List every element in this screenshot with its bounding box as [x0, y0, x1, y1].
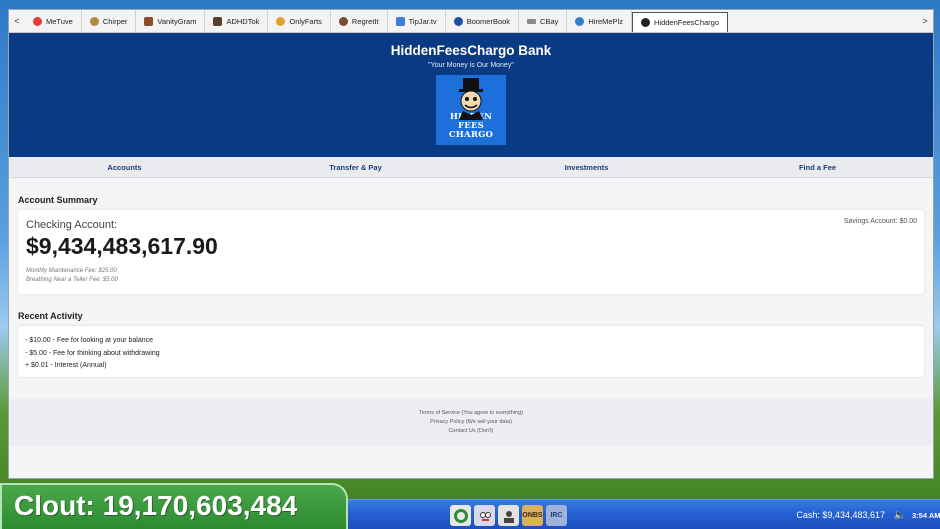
- face-icon: [479, 511, 491, 521]
- tab-label: VanityGram: [157, 16, 197, 26]
- taskbar-apps: ONBS IRC: [450, 505, 567, 526]
- scroll-tabs-left-button[interactable]: <: [9, 10, 25, 32]
- checking-account-label: Checking Account:: [26, 219, 118, 231]
- clout-counter: Clout: 19,170,603,484: [0, 483, 348, 529]
- play-icon: [33, 16, 42, 26]
- bank-title: HiddenFeesChargo Bank: [390, 43, 552, 58]
- contact-link[interactable]: Contact Us (Don't): [9, 427, 933, 436]
- bank-tagline: "Your Money is Our Money": [428, 62, 514, 69]
- bird-icon: [89, 16, 99, 26]
- privacy-link[interactable]: Privacy Policy (We sell your data): [9, 418, 933, 427]
- camera-icon: [144, 16, 154, 26]
- tab-cbay[interactable]: CBay: [519, 10, 568, 32]
- onbs-app-icon[interactable]: ONBS: [522, 505, 543, 526]
- bank-nav: Accounts Transfer & Pay Investments Find…: [9, 157, 933, 178]
- tab-boomerbook[interactable]: BoomerBook: [446, 10, 520, 32]
- chat-app-icon[interactable]: [474, 505, 495, 526]
- account-summary-heading: Account Summary: [18, 195, 98, 205]
- tab-vanitygram[interactable]: VanityGram: [136, 10, 206, 32]
- tab-tipjar[interactable]: TipJar.tv: [388, 10, 446, 32]
- irc-app-icon[interactable]: IRC: [546, 505, 567, 526]
- person-icon: [503, 510, 514, 523]
- ring-icon: [453, 508, 468, 523]
- tophat-icon: [640, 18, 650, 27]
- tab-label: MeTuve: [46, 16, 73, 26]
- tab-onlyfarts[interactable]: OnlyFarts: [268, 10, 331, 32]
- tab-label: ADHDTok: [226, 16, 260, 26]
- account-summary-card: Checking Account: $9,434,483,617.90 Mont…: [18, 210, 924, 294]
- tab-regretit[interactable]: RegretIt: [331, 10, 388, 32]
- nav-accounts[interactable]: Accounts: [9, 163, 240, 172]
- video-icon: [213, 16, 223, 26]
- nav-transfer-pay[interactable]: Transfer & Pay: [240, 163, 471, 172]
- tab-label: TipJar.tv: [408, 16, 437, 26]
- recent-activity-card: - $10.00 - Fee for looking at your balan…: [18, 326, 924, 377]
- tab-adhdtok[interactable]: ADHDTok: [205, 10, 269, 32]
- irc-label: IRC: [550, 512, 563, 519]
- tab-label: HiddenFeesChargo: [653, 18, 720, 27]
- tab-label: BoomerBook: [466, 16, 511, 26]
- book-icon: [453, 16, 463, 26]
- browser-window: < MeTuve Chirper VanityGram ADHDTok Only…: [8, 9, 934, 479]
- nav-find-a-fee[interactable]: Find a Fee: [702, 163, 933, 172]
- onbs-label: ONBS: [522, 512, 543, 519]
- activity-item: + $0.01 - Interest (Annual): [25, 362, 107, 369]
- nav-investments[interactable]: Investments: [471, 163, 702, 172]
- fee-note: Breathing Near a Teller Fee: $5.00: [26, 276, 118, 283]
- activity-item: - $5.00 - Fee for thinking about withdra…: [25, 349, 160, 357]
- bank-logo: HIDDEN FEES CHARGO: [436, 75, 506, 145]
- tophat-man-icon: [459, 78, 483, 120]
- tab-label: CBay: [540, 16, 559, 26]
- savings-account-balance: Savings Account: $0.00: [843, 218, 917, 225]
- terms-link[interactable]: Terms of Service (You agree to everythin…: [9, 409, 933, 418]
- tab-metuve[interactable]: MeTuve: [25, 10, 82, 32]
- bag-icon: [527, 18, 537, 24]
- tab-label: OnlyFarts: [289, 16, 322, 26]
- activity-item: - $10.00 - Fee for looking at your balan…: [25, 337, 154, 344]
- tab-label: RegretIt: [351, 16, 379, 26]
- alien-icon: [338, 16, 348, 26]
- fee-note: Monthly Maintenance Fee: $25.00: [26, 268, 117, 274]
- scroll-tabs-right-button[interactable]: >: [917, 10, 933, 32]
- speaker-icon[interactable]: 🔈: [894, 510, 906, 521]
- page-footer: Terms of Service (You agree to everythin…: [9, 399, 933, 446]
- cash-display: Cash: $9,434,483,617: [796, 510, 885, 520]
- fee-notes: Monthly Maintenance Fee: $25.00 Breathin…: [26, 267, 916, 284]
- bank-header: HiddenFeesChargo Bank "Your Money is Our…: [9, 33, 933, 157]
- tab-hiremeplz[interactable]: HireMePlz: [567, 10, 632, 32]
- clock: 3:54 AM: [912, 511, 940, 520]
- recent-activity-heading: Recent Activity: [18, 311, 83, 321]
- jar-icon: [395, 16, 405, 26]
- cloud-icon: [276, 16, 286, 26]
- checking-balance: $9,434,483,617.90: [26, 233, 218, 259]
- profile-app-icon[interactable]: [498, 505, 519, 526]
- person-icon: [575, 16, 585, 26]
- tab-label: HireMePlz: [588, 16, 623, 26]
- tab-label: Chirper: [102, 16, 128, 26]
- tab-chirper[interactable]: Chirper: [82, 10, 137, 32]
- bank-page: HiddenFeesChargo Bank "Your Money is Our…: [9, 33, 933, 478]
- logo-line2: CHARGO: [448, 130, 494, 140]
- browser-app-icon[interactable]: [450, 505, 471, 526]
- tab-bar: < MeTuve Chirper VanityGram ADHDTok Only…: [9, 10, 933, 33]
- tab-hiddenfeeschargo[interactable]: HiddenFeesChargo: [631, 12, 729, 32]
